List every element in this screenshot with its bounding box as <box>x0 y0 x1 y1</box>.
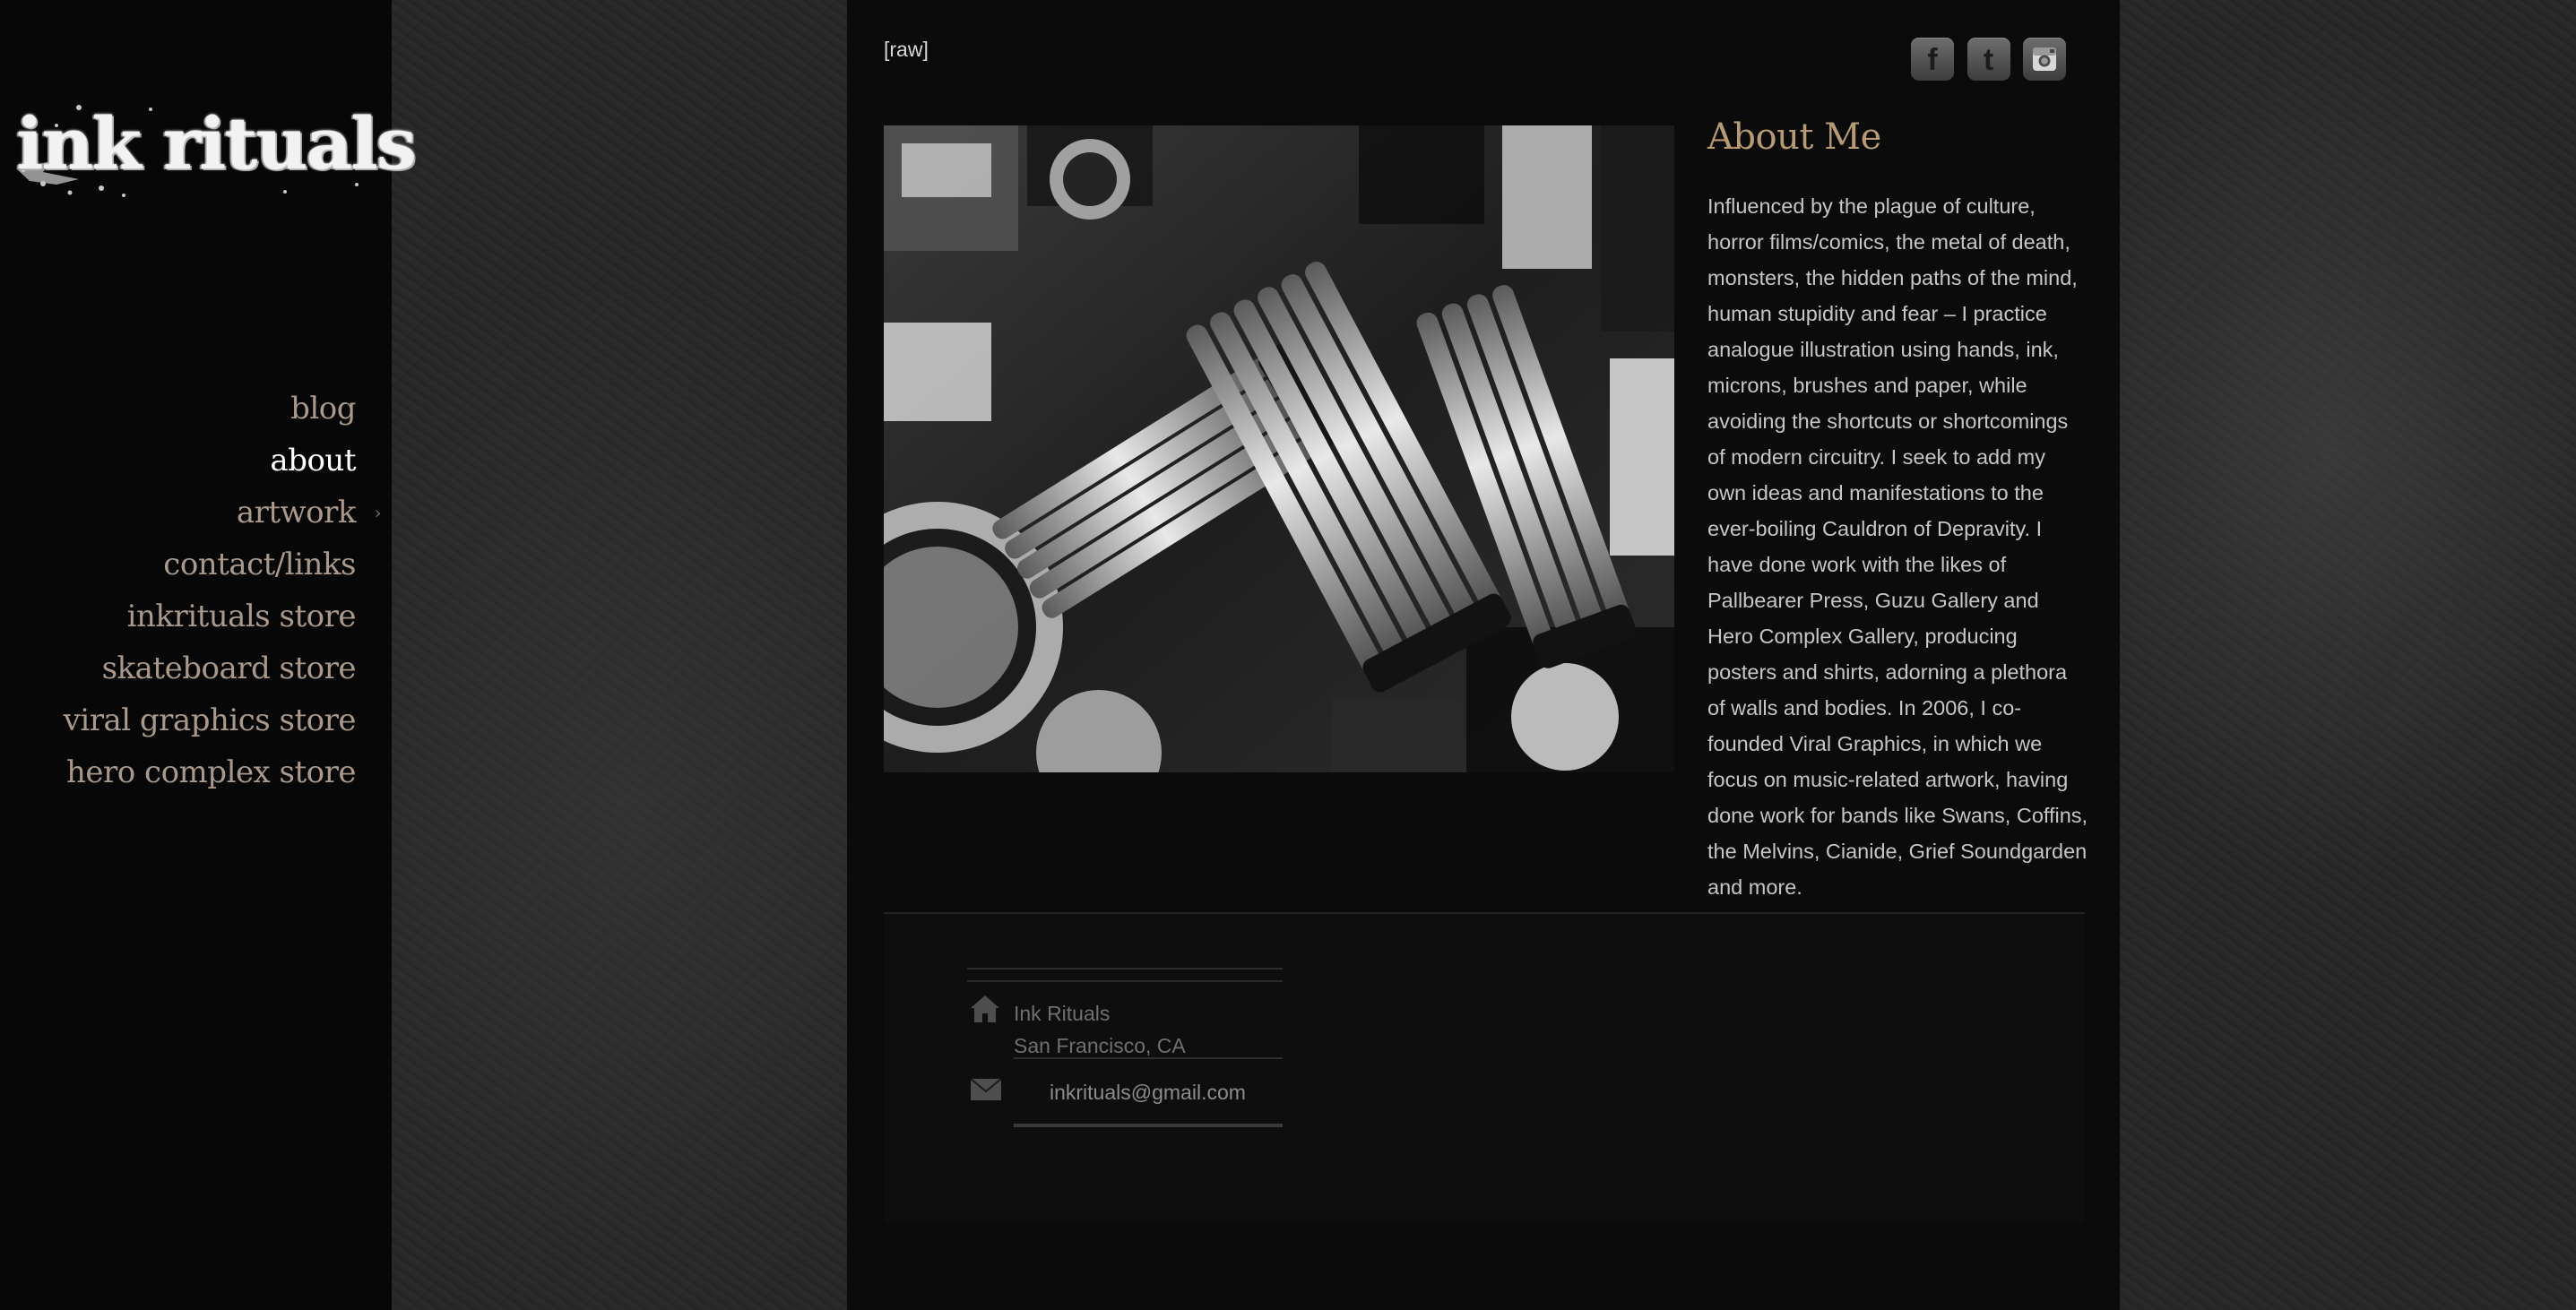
social-links: f t <box>1902 38 2066 81</box>
nav-item-skateboard-store[interactable]: skateboard store <box>15 642 357 694</box>
facebook-glyph: f <box>1927 43 1938 77</box>
nav-item-artwork[interactable]: artwork › <box>15 487 382 539</box>
nav-item-contact-links[interactable]: contact/links <box>15 539 356 590</box>
pens-photo-image <box>884 125 1674 772</box>
site-logo[interactable]: ink rituals <box>16 99 417 206</box>
nav-item-viral-graphics-store[interactable]: viral graphics store <box>15 694 357 746</box>
instagram-glyph <box>2033 47 2056 71</box>
facebook-icon[interactable]: f <box>1911 38 1955 81</box>
address-row: Ink Rituals San Francisco, CA <box>967 982 1283 1057</box>
sidebar: ink rituals blog about artwork › contact/… <box>0 0 417 1310</box>
email-row: inkrituals@gmail.com <box>967 1059 1283 1127</box>
instagram-icon[interactable] <box>2023 38 2066 81</box>
divider <box>1014 1124 1283 1127</box>
about-heading: About Me <box>1707 116 1881 158</box>
footer: Ink Rituals San Francisco, CA inkrituals… <box>884 912 2085 1223</box>
twitter-icon[interactable]: t <box>1967 38 2010 81</box>
logo-text: ink rituals <box>16 101 417 185</box>
nav-item-artwork-label: artwork <box>236 495 357 530</box>
email-link[interactable]: inkrituals@gmail.com <box>1050 1081 1246 1105</box>
page-background: ink rituals blog about artwork › contact/… <box>0 0 2576 1310</box>
about-photo <box>884 125 1674 772</box>
twitter-glyph: t <box>1983 43 1994 77</box>
nav-item-hero-complex-store[interactable]: hero complex store <box>15 746 357 798</box>
main-content: [raw] f t About Me Influenced by the pla… <box>847 0 2120 1310</box>
envelope-icon <box>971 1079 1001 1100</box>
divider <box>967 968 1283 970</box>
nav-item-about[interactable]: about <box>15 435 356 487</box>
contact-block: Ink Rituals San Francisco, CA inkrituals… <box>967 968 1283 1127</box>
nav-item-blog[interactable]: blog <box>15 383 356 435</box>
chevron-right-icon: › <box>374 502 382 523</box>
main-nav: blog about artwork › contact/links inkrit… <box>15 383 382 798</box>
address-name: Ink Rituals <box>1014 1002 1111 1025</box>
home-icon <box>971 995 999 1022</box>
raw-link[interactable]: [raw] <box>884 38 929 62</box>
address-city: San Francisco, CA <box>1014 1034 1186 1057</box>
nav-item-inkrituals-store[interactable]: inkrituals store <box>15 590 357 642</box>
about-text: Influenced by the plague of culture, hor… <box>1707 194 2088 899</box>
